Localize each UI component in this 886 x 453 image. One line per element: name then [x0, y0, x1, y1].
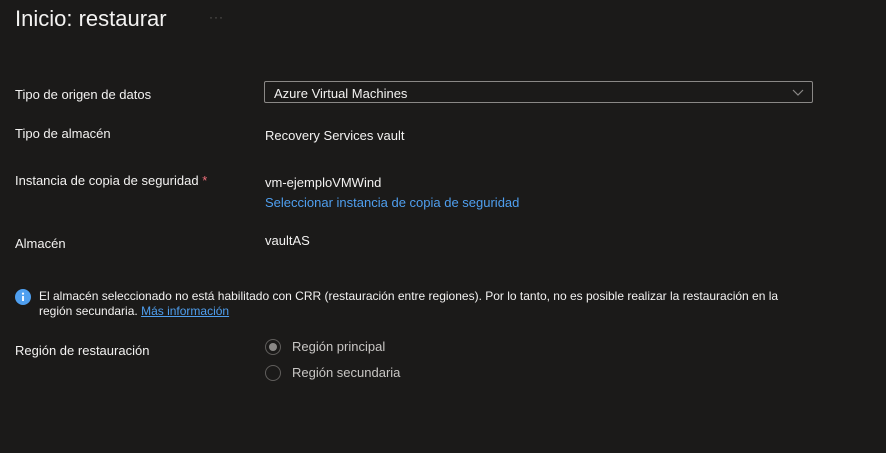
radio-button-primary[interactable] — [265, 339, 281, 355]
backup-instance-value: vm-ejemploVMWind — [265, 175, 382, 190]
vault-value: vaultAS — [265, 233, 310, 248]
learn-more-link[interactable]: Más información — [141, 304, 229, 318]
datasource-type-dropdown[interactable]: Azure Virtual Machines — [264, 81, 813, 103]
vault-type-value: Recovery Services vault — [265, 128, 405, 143]
vault-label: Almacén — [15, 236, 66, 251]
datasource-type-selected: Azure Virtual Machines — [274, 86, 408, 101]
chevron-down-icon — [792, 89, 804, 96]
vault-type-label: Tipo de almacén — [15, 126, 111, 141]
radio-selected-dot — [269, 343, 277, 351]
page-title: Inicio: restaurar — [15, 6, 167, 31]
radio-label-secondary: Región secundaria — [292, 365, 401, 380]
datasource-type-label: Tipo de origen de datos — [15, 87, 152, 102]
select-backup-instance-link[interactable]: Seleccionar instancia de copia de seguri… — [265, 195, 519, 210]
restore-region-label: Región de restauración — [15, 343, 150, 358]
backup-instance-label: Instancia de copia de seguridad * — [15, 173, 207, 188]
radio-button-secondary[interactable] — [265, 365, 281, 381]
restore-page: Inicio: restaurar ··· Tipo de origen de … — [0, 0, 886, 453]
info-icon — [15, 289, 31, 305]
crr-info-message: El almacén seleccionado no está habilita… — [39, 289, 779, 319]
required-indicator: * — [202, 173, 208, 188]
more-options-icon[interactable]: ··· — [209, 10, 224, 24]
backup-instance-label-text: Instancia de copia de seguridad — [15, 173, 199, 188]
radio-label-primary: Región principal — [292, 339, 386, 354]
